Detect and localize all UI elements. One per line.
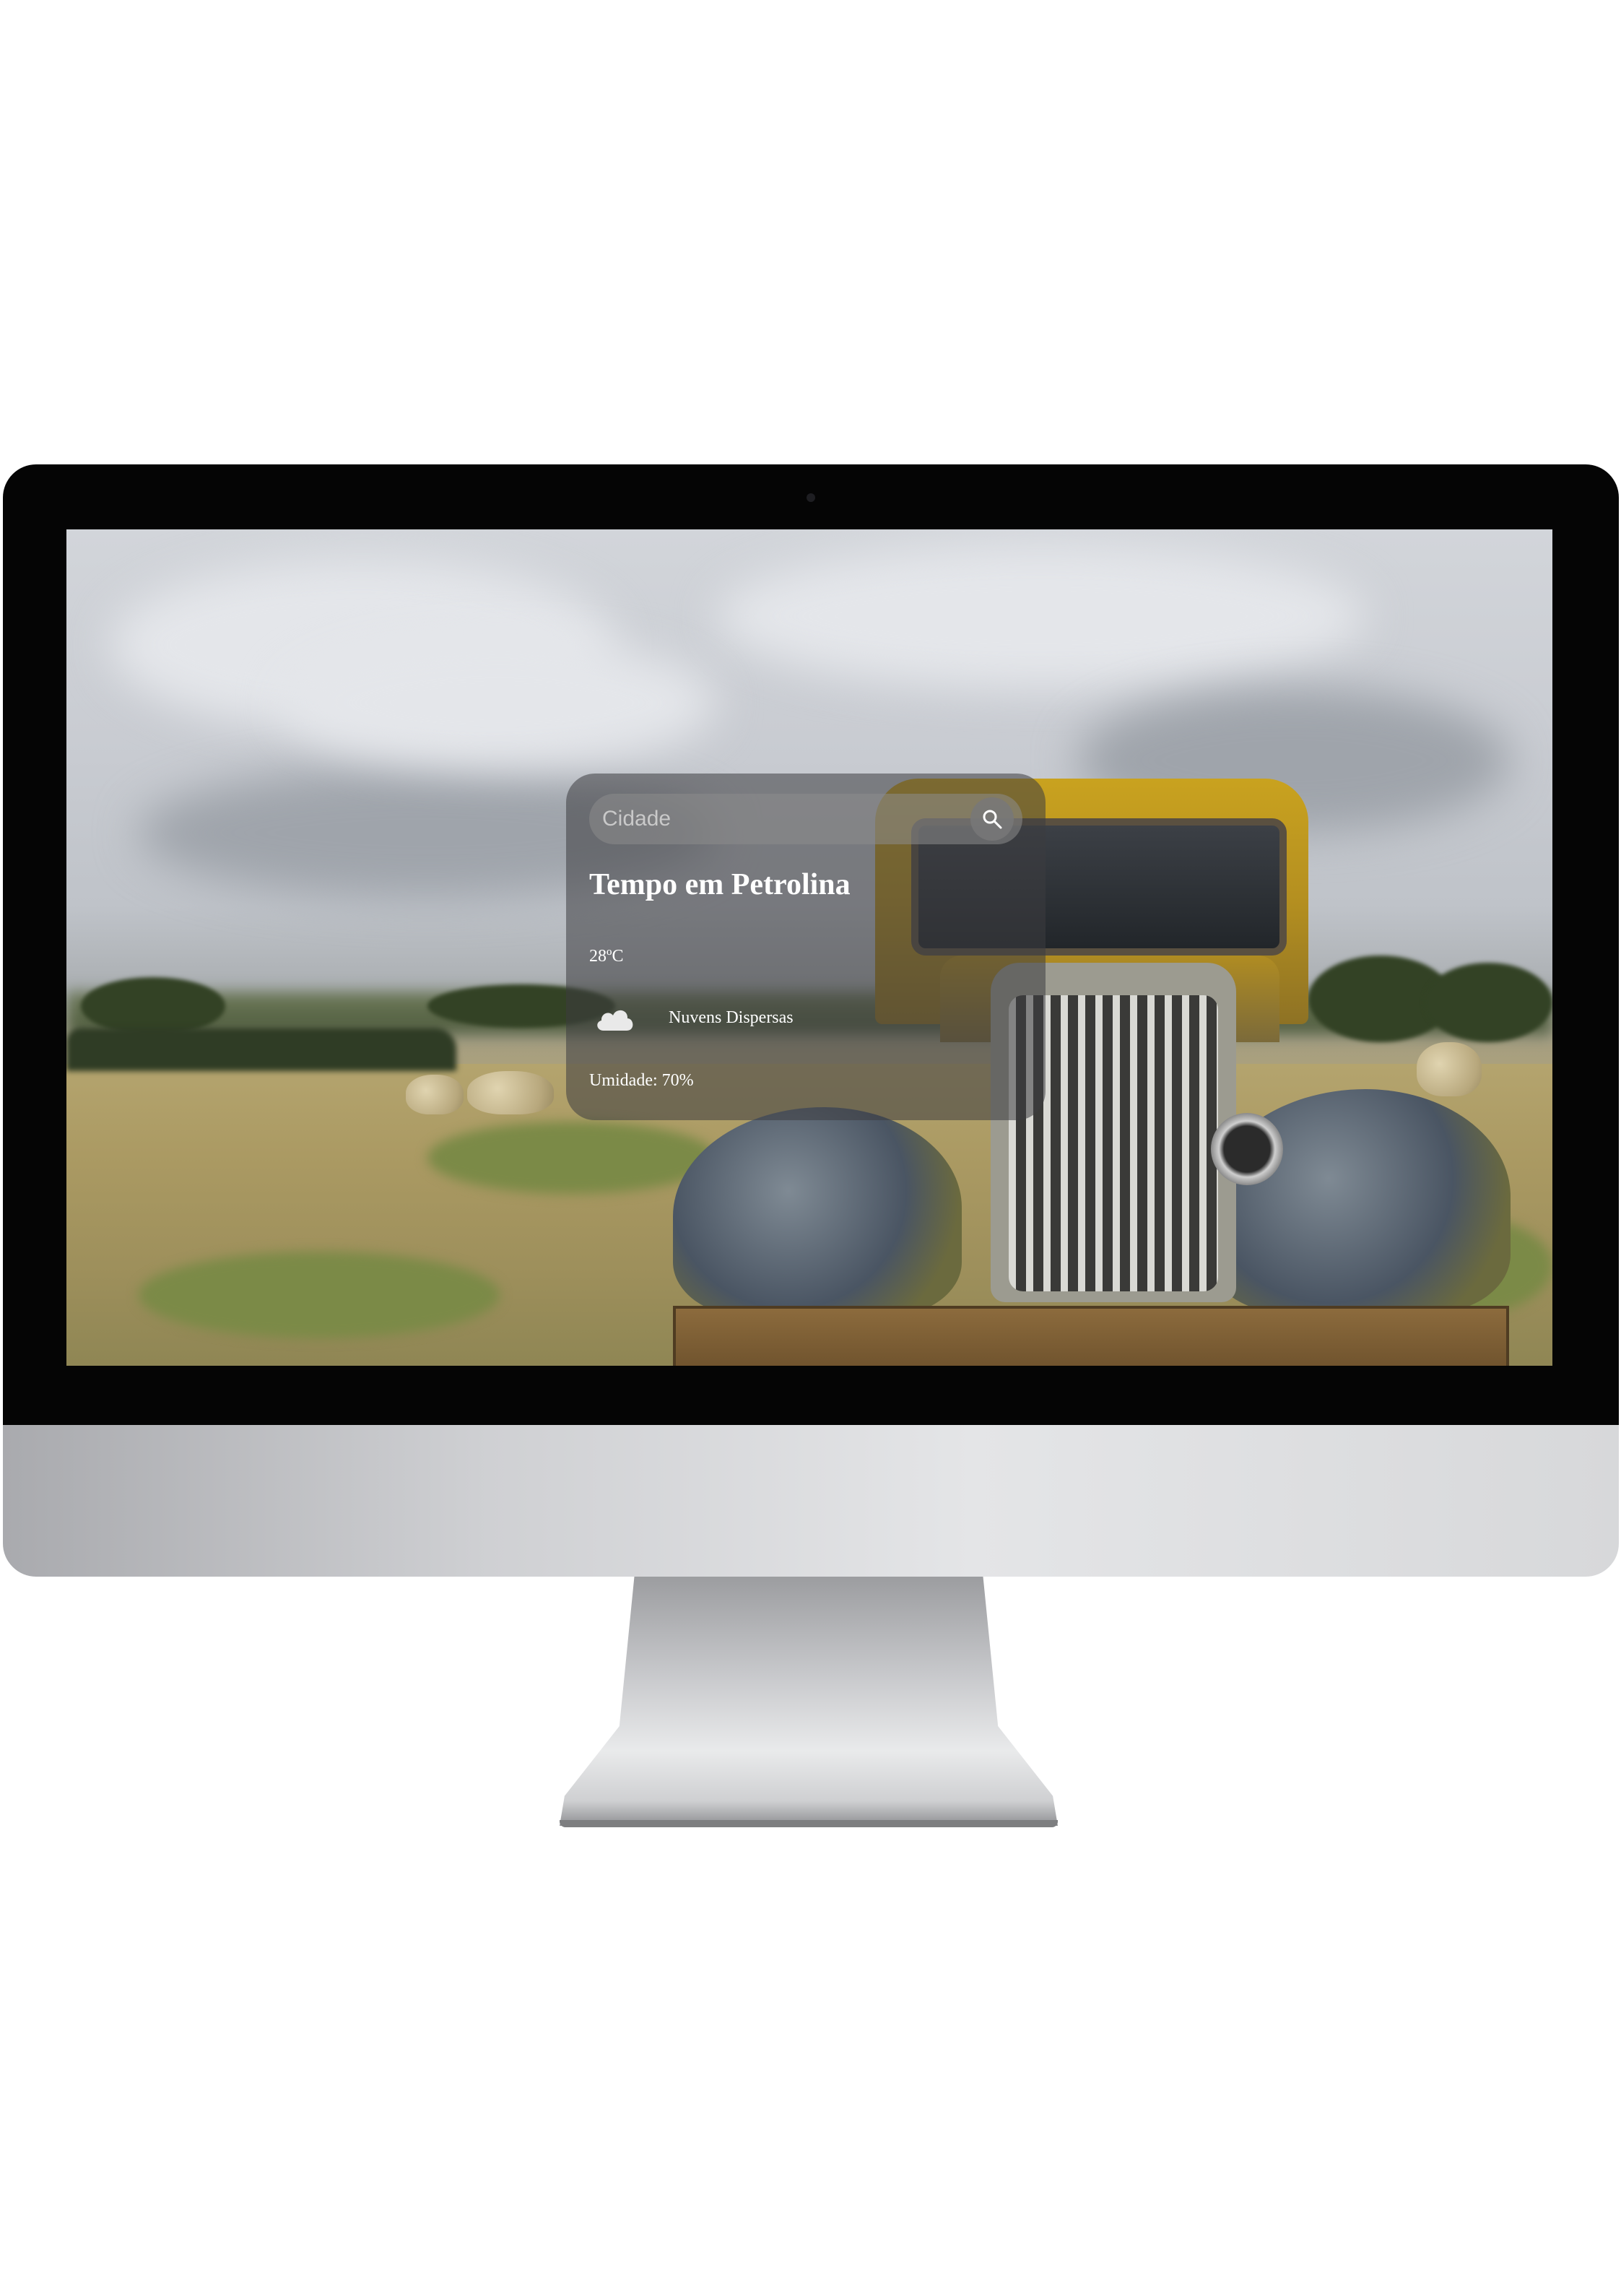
monitor-chin bbox=[3, 1425, 1619, 1577]
weather-description: Nuvens Dispersas bbox=[669, 1008, 794, 1027]
search-icon bbox=[983, 810, 1002, 829]
monitor-stand-base bbox=[560, 1820, 1058, 1827]
search-button[interactable] bbox=[970, 797, 1014, 841]
temperature-value: 28ºC bbox=[589, 947, 624, 966]
cloud-icon bbox=[597, 1010, 633, 1031]
mockup-stage: Tempo em Petrolina 28ºC Nuvens Dispersas… bbox=[0, 0, 1621, 2296]
humidity-value: Umidade: 70% bbox=[589, 1071, 694, 1090]
weather-card: Tempo em Petrolina 28ºC Nuvens Dispersas… bbox=[566, 774, 1046, 1120]
camera-icon bbox=[807, 493, 815, 502]
city-search-input[interactable] bbox=[589, 794, 1022, 844]
app-screen: Tempo em Petrolina 28ºC Nuvens Dispersas… bbox=[66, 529, 1552, 1366]
monitor-stand bbox=[560, 1577, 1058, 1826]
weather-title: Tempo em Petrolina bbox=[589, 868, 851, 901]
